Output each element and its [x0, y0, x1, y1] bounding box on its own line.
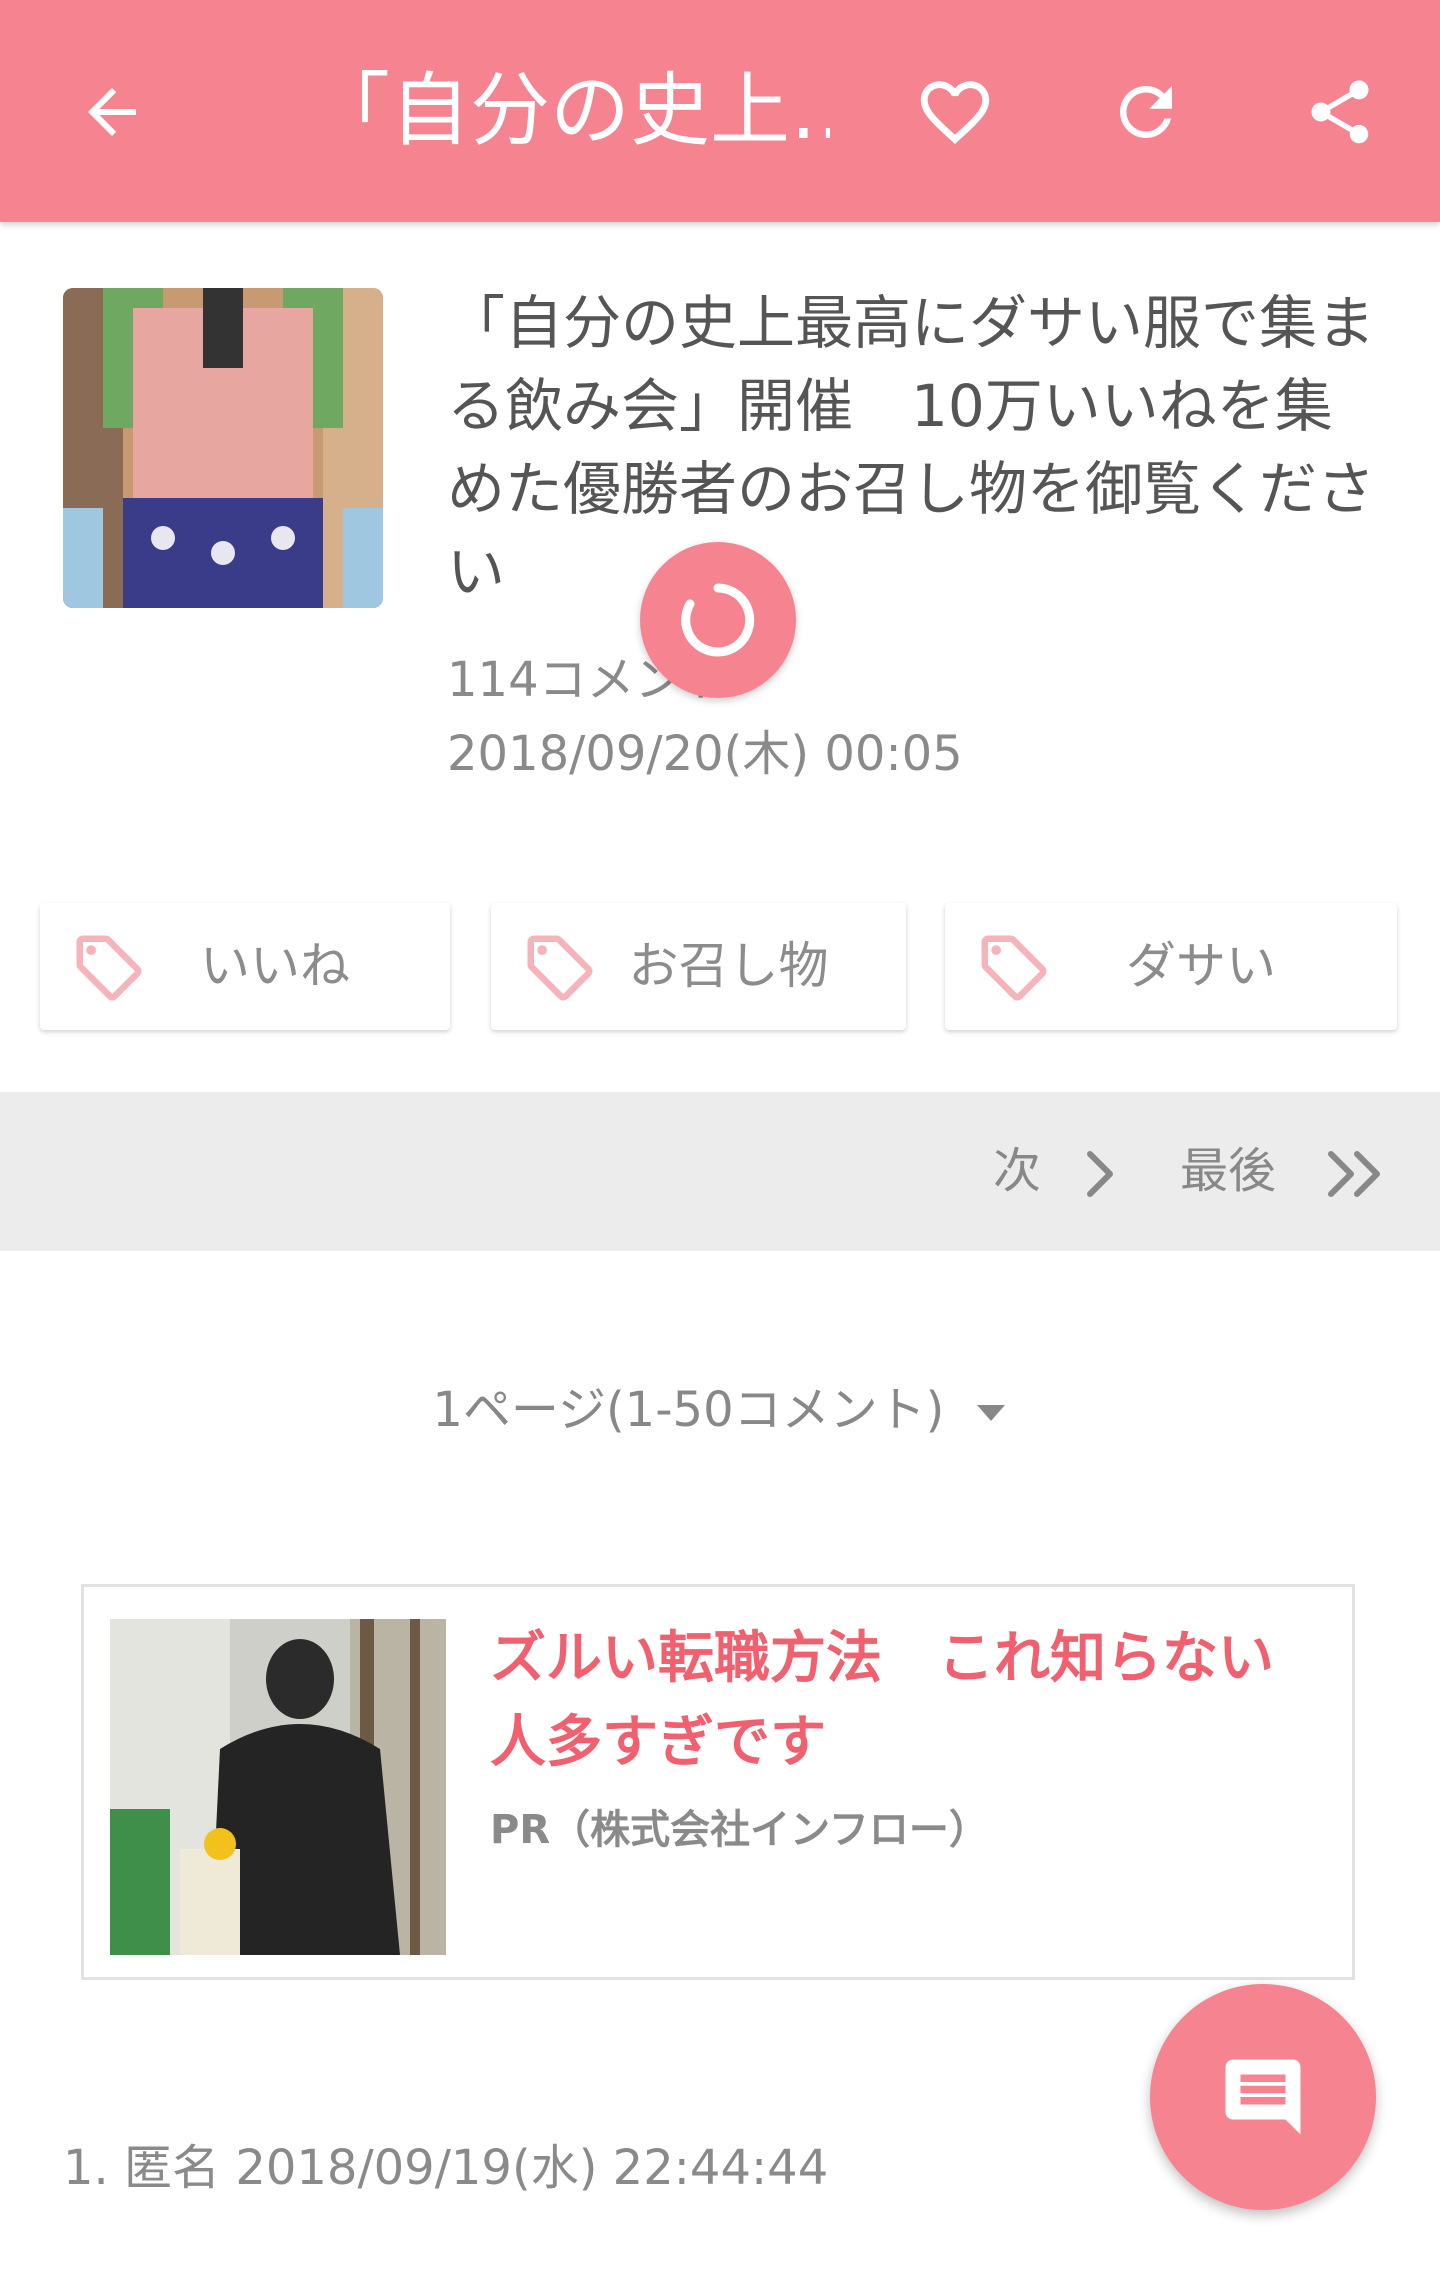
message-icon	[1225, 2059, 1301, 2135]
loading-spinner	[640, 542, 796, 698]
last-page-link[interactable]: 最後	[1180, 1092, 1391, 1251]
tag-label: ダサい	[1126, 937, 1276, 995]
refresh-button[interactable]	[1096, 62, 1196, 162]
favorite-button[interactable]	[905, 62, 1005, 162]
ad-image	[110, 1619, 446, 1955]
share-button[interactable]	[1290, 62, 1390, 162]
app-bar-title: 「自分の史上…	[310, 64, 830, 157]
ad-sponsor: PR（株式会社インフロー）	[490, 1807, 989, 1853]
sponsored-ad-card[interactable]: ズルい転職方法 これ知らない人多すぎです PR（株式会社インフロー）	[81, 1584, 1355, 1980]
last-page-label: 最後	[1180, 1143, 1277, 1199]
refresh-icon	[1120, 86, 1172, 138]
compose-comment-fab[interactable]	[1150, 1984, 1376, 2210]
tag-label: お召し物	[628, 937, 829, 995]
next-page-link[interactable]: 次	[993, 1092, 1126, 1251]
tag-button-omeshimono[interactable]: お召し物	[491, 903, 906, 1030]
app-bar: 「自分の史上…	[0, 0, 1440, 222]
article-thumbnail-image	[63, 288, 383, 608]
caret-down-icon	[976, 1405, 1005, 1421]
chevron-right-icon	[1087, 1151, 1114, 1197]
pagination-bar: 次 最後	[0, 1092, 1440, 1251]
tag-button-dasai[interactable]: ダサい	[945, 903, 1397, 1030]
next-page-label: 次	[993, 1143, 1042, 1199]
tag-label: いいね	[200, 937, 350, 995]
back-button[interactable]	[62, 62, 162, 162]
article-thumbnail[interactable]	[63, 288, 383, 608]
share-icon	[1311, 80, 1369, 144]
tag-button-iine[interactable]: いいね	[40, 903, 450, 1030]
spinner-icon	[681, 583, 755, 657]
ad-title[interactable]: ズルい転職方法 これ知らない人多すぎです	[490, 1617, 1320, 1785]
page-select-label: 1ページ(1-50コメント)	[432, 1382, 945, 1438]
article-headline[interactable]: 「自分の史上最高にダサい服で集まる飲み会」開催 10万いいねを集めた優勝者のお召…	[447, 282, 1377, 614]
double-chevron-right-icon	[1328, 1151, 1381, 1197]
arrow-left-icon	[88, 88, 136, 136]
article-datetime: 2018/09/20(木) 00:05	[447, 726, 963, 782]
comment-header: 1. 匿名 2018/09/19(水) 22:44:44	[63, 2140, 829, 2196]
heart-outline-icon	[920, 81, 990, 144]
page-select-dropdown[interactable]: 1ページ(1-50コメント)	[0, 1370, 1440, 1440]
